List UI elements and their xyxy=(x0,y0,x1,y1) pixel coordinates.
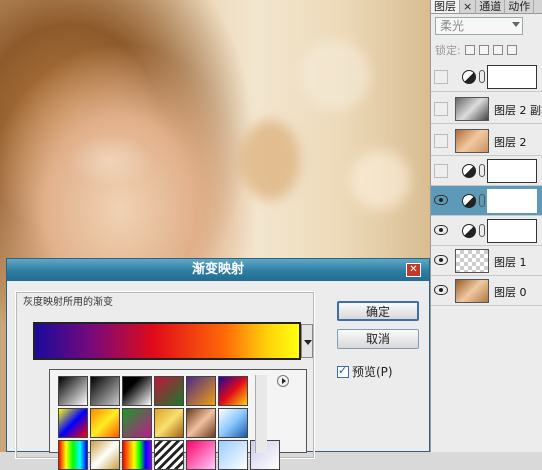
picker-menu-icon[interactable] xyxy=(277,375,289,387)
gradient-swatch[interactable] xyxy=(154,376,184,406)
layer-row-selected[interactable] xyxy=(431,186,542,216)
gradient-swatch[interactable] xyxy=(154,408,184,438)
adjustment-icon xyxy=(462,164,476,178)
lock-move-icon[interactable] xyxy=(492,45,503,55)
lock-row: 锁定: xyxy=(435,42,517,58)
link-icon xyxy=(479,194,485,207)
gradient-swatch[interactable] xyxy=(218,408,248,438)
adjustment-icon xyxy=(462,194,476,208)
eye-icon[interactable] xyxy=(434,225,448,235)
gradient-swatch[interactable] xyxy=(122,440,152,470)
visibility-toggle[interactable] xyxy=(434,164,448,178)
layer-row[interactable]: 图层 1 xyxy=(431,246,542,276)
layer-mask-thumbnail xyxy=(487,219,537,243)
gradient-preview-bar[interactable] xyxy=(33,322,301,360)
panel-tabs: 图层 × 通道 动作 xyxy=(431,0,542,14)
lock-transparency-icon[interactable] xyxy=(464,45,475,55)
checkbox-icon[interactable] xyxy=(337,364,349,378)
adjustment-icon xyxy=(462,224,476,238)
preview-label: 预览(P) xyxy=(352,365,393,379)
layer-name: 图层 2 副本 xyxy=(494,104,542,117)
gradient-swatch[interactable] xyxy=(154,440,184,470)
link-icon xyxy=(479,224,485,237)
ok-button[interactable]: 确定 xyxy=(337,301,419,321)
gradient-swatch[interactable] xyxy=(58,376,88,406)
gradient-dropdown-button[interactable] xyxy=(301,324,313,358)
layer-row[interactable] xyxy=(431,156,542,186)
eye-icon[interactable] xyxy=(434,285,448,295)
background-bokeh xyxy=(240,120,300,200)
gradient-swatch[interactable] xyxy=(186,376,216,406)
gradient-swatch[interactable] xyxy=(90,376,120,406)
adjustment-icon xyxy=(462,70,476,84)
visibility-toggle[interactable] xyxy=(434,102,448,116)
eye-icon[interactable] xyxy=(434,255,448,265)
group-label: 灰度映射所用的渐变 xyxy=(21,293,115,308)
background-bokeh xyxy=(350,150,410,210)
blend-mode-select[interactable]: 柔光 xyxy=(435,17,523,35)
visibility-toggle[interactable] xyxy=(434,70,448,84)
gradient-swatch[interactable] xyxy=(122,376,152,406)
tab-close[interactable]: × xyxy=(460,0,477,13)
layer-mask-thumbnail xyxy=(487,159,537,183)
gradient-swatch[interactable] xyxy=(58,440,88,470)
picker-scrollbar[interactable] xyxy=(255,375,267,453)
gradient-swatch[interactable] xyxy=(90,440,120,470)
lock-all-icon[interactable] xyxy=(506,45,517,55)
cancel-button[interactable]: 取消 xyxy=(337,329,419,349)
layers-panel: 图层 × 通道 动作 柔光 锁定: 图层 2 副本 图层 2 xyxy=(430,0,542,452)
layer-name: 图层 1 xyxy=(494,256,527,269)
lock-label: 锁定: xyxy=(435,44,461,57)
gradient-swatch[interactable] xyxy=(186,408,216,438)
gradient-swatch[interactable] xyxy=(90,408,120,438)
link-icon xyxy=(479,164,485,177)
link-icon xyxy=(479,70,485,83)
layer-row[interactable]: 图层 2 xyxy=(431,126,542,156)
layer-row[interactable]: 图层 2 副本 xyxy=(431,94,542,124)
blend-mode-value: 柔光 xyxy=(440,19,465,33)
dialog-title: 渐变映射 xyxy=(191,262,244,277)
tab-layers[interactable]: 图层 xyxy=(431,0,460,13)
gradient-picker-popup xyxy=(49,369,307,470)
gradient-swatch[interactable] xyxy=(58,408,88,438)
gradient-swatch[interactable] xyxy=(186,440,216,470)
tab-channels[interactable]: 通道 xyxy=(476,0,506,13)
layer-name: 图层 2 xyxy=(494,136,527,149)
gradient-swatch[interactable] xyxy=(218,376,248,406)
eye-icon[interactable] xyxy=(434,195,448,205)
chevron-down-icon xyxy=(512,22,520,27)
layer-thumbnail xyxy=(455,97,489,121)
gradient-swatch[interactable] xyxy=(218,440,248,470)
layer-name: 图层 0 xyxy=(494,286,527,299)
tab-actions[interactable]: 动作 xyxy=(505,0,535,13)
background-bokeh xyxy=(300,40,370,110)
lock-paint-icon[interactable] xyxy=(478,45,489,55)
gradient-swatch[interactable] xyxy=(122,408,152,438)
close-icon[interactable]: ✕ xyxy=(406,263,421,277)
layer-thumbnail xyxy=(455,249,489,273)
layer-thumbnail xyxy=(455,129,489,153)
layer-mask-thumbnail xyxy=(487,189,537,213)
visibility-toggle[interactable] xyxy=(434,134,448,148)
layer-mask-thumbnail xyxy=(487,65,537,89)
layer-thumbnail xyxy=(455,279,489,303)
preview-checkbox[interactable]: 预览(P) xyxy=(337,363,393,380)
gradient-map-dialog: 渐变映射 ✕ 灰度映射所用的渐变 确定 取消 预览(P) xyxy=(6,258,430,470)
layer-row[interactable] xyxy=(431,62,542,92)
dialog-titlebar: 渐变映射 ✕ xyxy=(7,259,429,281)
layer-row[interactable]: 图层 0 xyxy=(431,276,542,306)
layer-row[interactable] xyxy=(431,216,542,246)
